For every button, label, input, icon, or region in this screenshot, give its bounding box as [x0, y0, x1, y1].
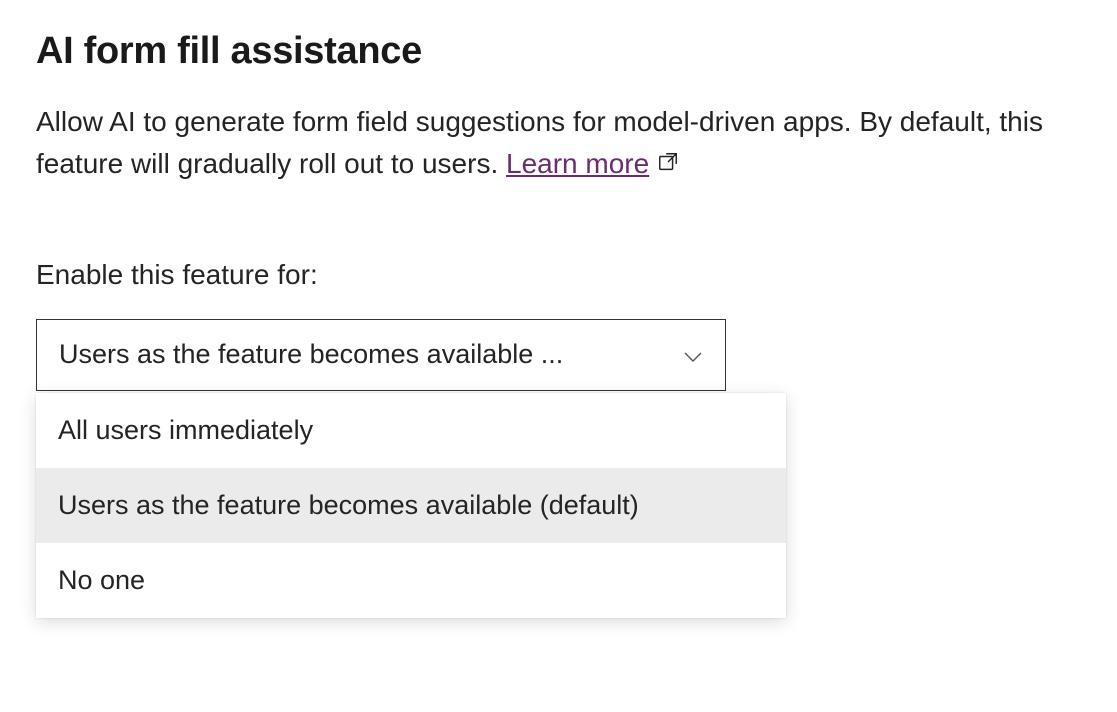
feature-select[interactable]: Users as the feature becomes available .… — [36, 319, 726, 391]
option-no-one[interactable]: No one — [36, 543, 786, 618]
section-heading: AI form fill assistance — [36, 30, 1081, 73]
section-description: Allow AI to generate form field suggesti… — [36, 101, 1076, 187]
feature-enable-label: Enable this feature for: — [36, 259, 1081, 291]
chevron-down-icon — [683, 339, 703, 370]
external-link-icon — [657, 143, 679, 185]
option-users-as-available[interactable]: Users as the feature becomes available (… — [36, 468, 786, 543]
feature-select-value: Users as the feature becomes available .… — [59, 339, 665, 370]
learn-more-link[interactable]: Learn more — [506, 148, 649, 179]
feature-select-wrapper: Users as the feature becomes available .… — [36, 319, 726, 391]
option-all-users[interactable]: All users immediately — [36, 393, 786, 468]
feature-select-dropdown: All users immediately Users as the featu… — [36, 393, 786, 618]
